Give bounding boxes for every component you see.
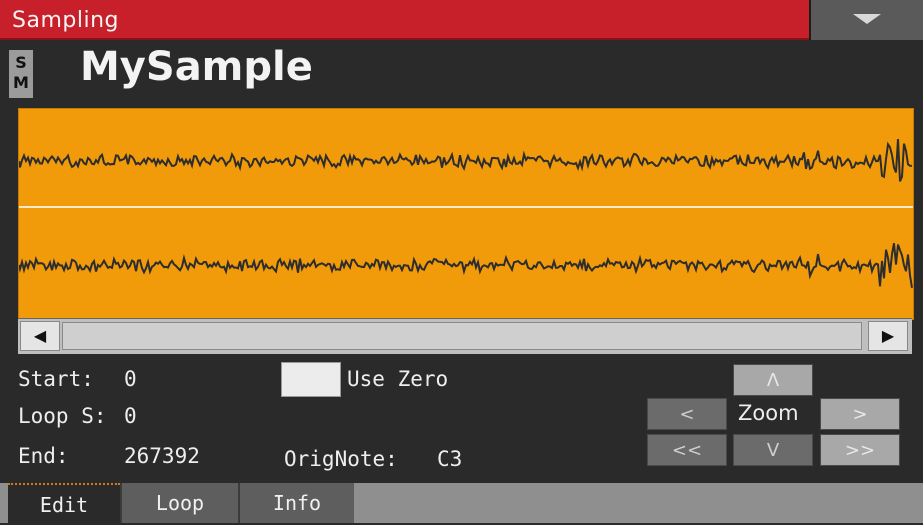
- scroll-thumb[interactable]: [62, 322, 862, 350]
- zoom-in-horizontal-button[interactable]: >: [820, 398, 900, 430]
- zoom-out-full-button[interactable]: <<: [647, 434, 727, 466]
- zoom-in-full-button[interactable]: >>: [820, 434, 900, 466]
- loop-start-label: Loop S:: [18, 404, 107, 428]
- sample-mode-badge: S M: [9, 50, 33, 98]
- title-bar: Sampling: [0, 0, 923, 40]
- arrow-left-icon: ◀: [33, 326, 47, 345]
- end-value[interactable]: 267392: [124, 444, 200, 468]
- use-zero-checkbox[interactable]: [281, 362, 341, 397]
- chevron-down-icon: [853, 14, 881, 24]
- scroll-right-button[interactable]: ▶: [868, 321, 908, 351]
- waveform-channel-left: [19, 139, 913, 182]
- badge-bottom-letter: M: [13, 73, 29, 92]
- arrow-right-icon: ▶: [881, 326, 895, 345]
- page-menu-button[interactable]: [809, 0, 923, 40]
- orig-note-value[interactable]: C3: [437, 447, 462, 471]
- end-label: End:: [18, 444, 69, 468]
- waveform-display[interactable]: [18, 108, 914, 320]
- zoom-out-horizontal-button[interactable]: <: [647, 398, 727, 430]
- horizontal-scrollbar[interactable]: ◀ ▶: [18, 318, 912, 354]
- orig-note-label: OrigNote:: [284, 447, 398, 471]
- tab-edit[interactable]: Edit: [8, 483, 120, 523]
- loop-start-value[interactable]: 0: [124, 404, 137, 428]
- zoom-label: Zoom: [738, 401, 799, 425]
- badge-top-letter: S: [15, 53, 27, 72]
- zoom-out-vertical-button[interactable]: V: [733, 434, 813, 466]
- waveform-channel-right: [19, 243, 913, 288]
- use-zero-label: Use Zero: [347, 367, 449, 391]
- zoom-in-vertical-button[interactable]: Λ: [733, 364, 813, 396]
- tab-loop[interactable]: Loop: [120, 483, 238, 523]
- window-title: Sampling: [12, 8, 119, 33]
- tab-info[interactable]: Info: [238, 483, 354, 523]
- start-value[interactable]: 0: [124, 367, 137, 391]
- start-label: Start:: [18, 367, 94, 391]
- tab-bar: Edit Loop Info: [0, 483, 923, 523]
- sample-name[interactable]: MySample: [80, 44, 313, 90]
- waveform-svg: [19, 139, 913, 288]
- scroll-left-button[interactable]: ◀: [20, 321, 60, 351]
